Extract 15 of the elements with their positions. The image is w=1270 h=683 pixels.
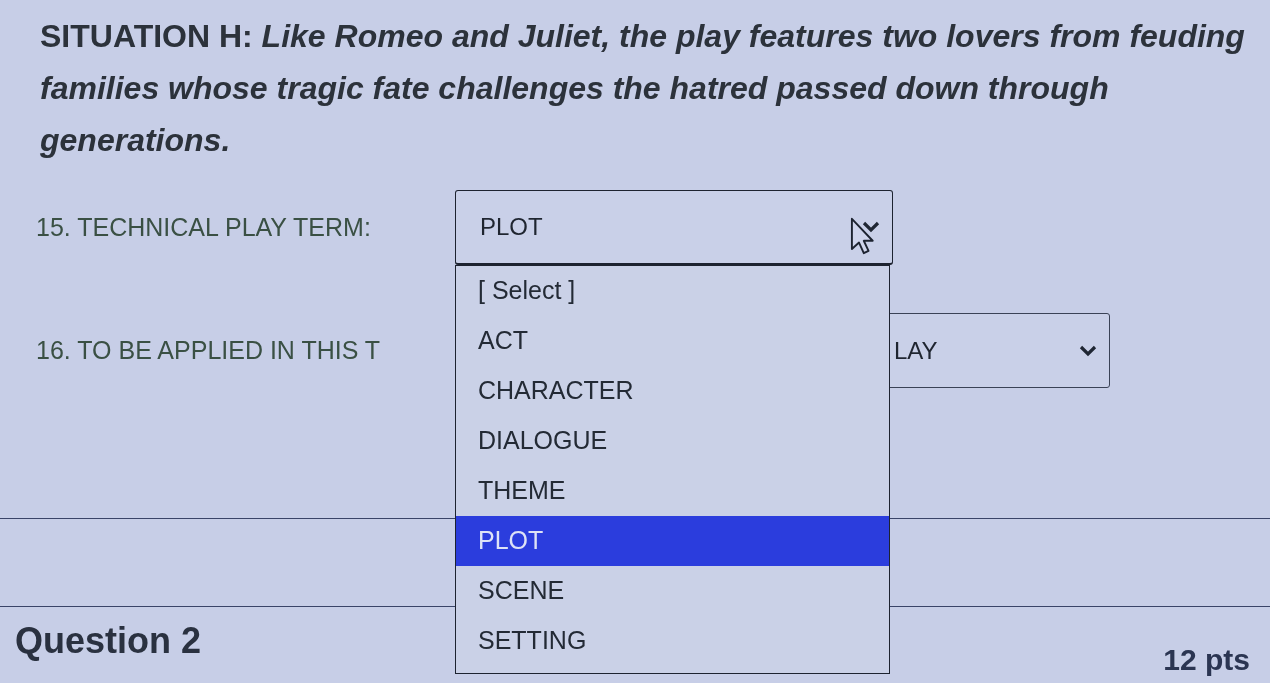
question-title: Question 2 — [14, 619, 202, 661]
points-label: 12 pts — [1163, 642, 1251, 677]
dropdown-select[interactable]: PLOT — [455, 190, 893, 265]
question-label: 15. TECHNICAL PLAY TERM: — [36, 211, 371, 243]
dropdown-option[interactable]: SCENE — [456, 566, 889, 616]
mouse-cursor-icon — [850, 217, 874, 255]
question-label: 16. TO BE APPLIED IN THIS T — [36, 334, 381, 366]
dropdown-option[interactable]: THEME — [456, 466, 889, 516]
dropdown-option[interactable]: [ Select ] — [456, 266, 889, 316]
dropdown-option[interactable]: SETTING — [456, 616, 889, 666]
dropdown-option[interactable]: DIALOGUE — [456, 416, 889, 466]
chevron-down-icon — [862, 221, 880, 233]
situation-text: SITUATION H: Like Romeo and Juliet, the play features two lovers from feuding families whose tragic fate challenges the hatred passed down through generations. — [39, 17, 1246, 160]
dropdown-option[interactable]: PLOT — [456, 516, 889, 566]
chevron-down-icon — [1079, 344, 1097, 357]
